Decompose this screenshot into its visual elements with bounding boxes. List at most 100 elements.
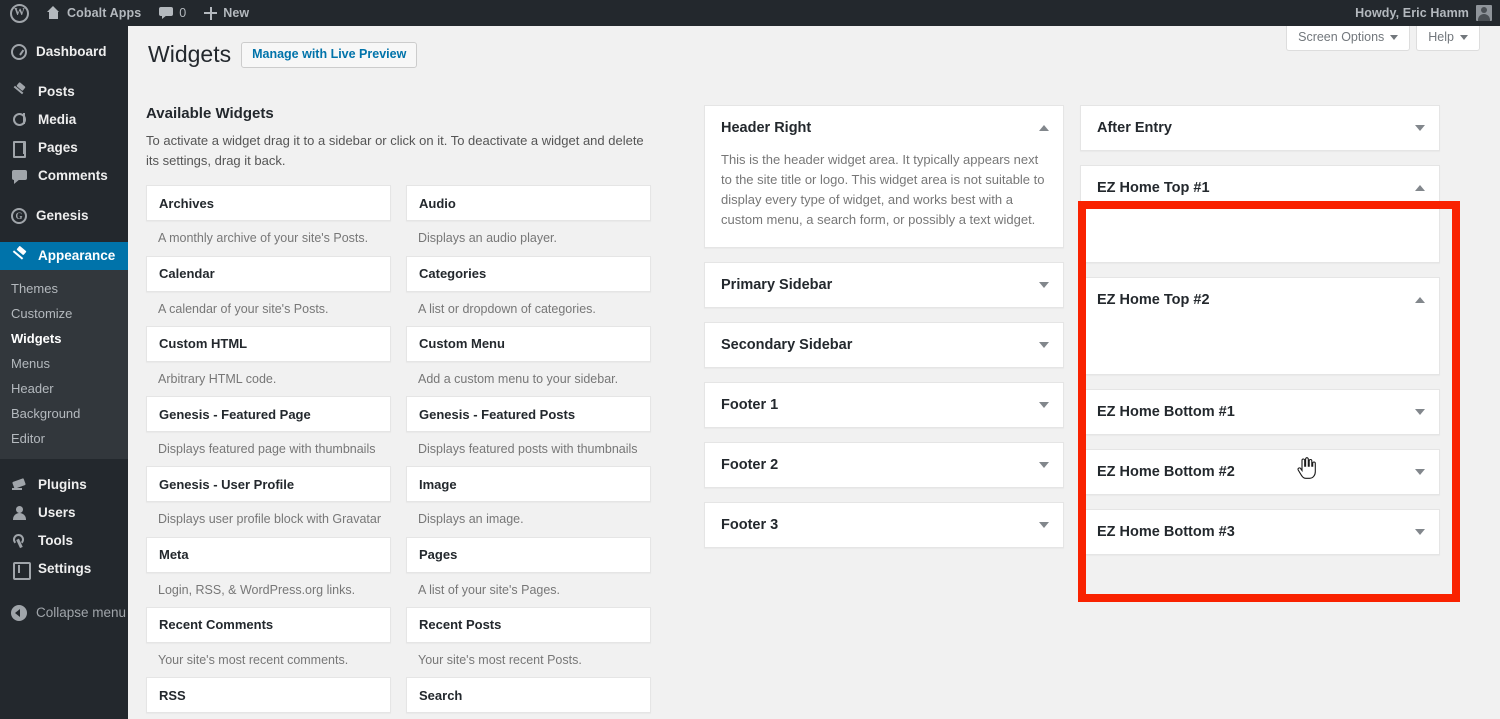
- widget-title: Audio: [419, 196, 456, 211]
- help-button[interactable]: Help: [1416, 26, 1480, 51]
- available-widgets-heading: Available Widgets: [146, 105, 676, 122]
- submenu-item-customize[interactable]: Customize: [0, 301, 128, 326]
- screen-options-button[interactable]: Screen Options: [1286, 26, 1410, 51]
- widget-area-header[interactable]: EZ Home Bottom #1: [1081, 390, 1439, 434]
- chevron-up-icon[interactable]: [1039, 125, 1049, 131]
- chevron-down-icon[interactable]: [1415, 409, 1425, 415]
- widget-area-header[interactable]: EZ Home Bottom #2: [1081, 450, 1439, 494]
- sidebar-item-users[interactable]: Users: [0, 499, 128, 527]
- widget-area-name: EZ Home Bottom #2: [1097, 464, 1235, 480]
- chevron-down-icon[interactable]: [1415, 469, 1425, 475]
- submenu-item-themes[interactable]: Themes: [0, 276, 128, 301]
- widget-area-header[interactable]: Primary Sidebar: [705, 263, 1063, 307]
- widget-area-header[interactable]: Header Right: [705, 106, 1063, 150]
- widget-draggable-calendar[interactable]: Calendar: [146, 256, 391, 292]
- chevron-up-icon[interactable]: [1415, 297, 1425, 303]
- my-account-menu[interactable]: Howdy, Eric Hamm: [1355, 5, 1500, 21]
- widget-area-header[interactable]: EZ Home Bottom #3: [1081, 510, 1439, 554]
- widget-draggable-genesis-featured-page[interactable]: Genesis - Featured Page: [146, 396, 391, 432]
- empty-drop-area[interactable]: [1097, 210, 1423, 262]
- widget-draggable-meta[interactable]: Meta: [146, 537, 391, 573]
- sidebar-item-comments[interactable]: Comments: [0, 162, 128, 190]
- widget-title: Archives: [159, 196, 214, 211]
- chevron-down-icon[interactable]: [1039, 522, 1049, 528]
- site-name-label: Cobalt Apps: [67, 6, 141, 20]
- manage-with-live-preview-button[interactable]: Manage with Live Preview: [241, 42, 417, 69]
- widget-area-header[interactable]: Footer 1: [705, 383, 1063, 427]
- chevron-down-icon[interactable]: [1039, 402, 1049, 408]
- chevron-down-icon[interactable]: [1415, 529, 1425, 535]
- submenu-item-header[interactable]: Header: [0, 376, 128, 401]
- chevron-down-icon[interactable]: [1039, 462, 1049, 468]
- submenu-item-widgets[interactable]: Widgets: [0, 326, 128, 351]
- available-widget-cell: CalendarA calendar of your site's Posts.: [146, 256, 391, 326]
- widget-area-name: EZ Home Top #1: [1097, 180, 1210, 196]
- collapse-menu-button[interactable]: Collapse menu: [0, 599, 128, 627]
- new-label: New: [223, 6, 249, 20]
- widget-area-header[interactable]: After Entry: [1081, 106, 1439, 150]
- widget-description: A search form for your site.: [406, 713, 651, 719]
- new-content-menu[interactable]: New: [195, 0, 258, 26]
- widget-draggable-genesis-user-profile[interactable]: Genesis - User Profile: [146, 466, 391, 502]
- widget-area-header[interactable]: EZ Home Top #1: [1081, 166, 1439, 210]
- menu-separator-4: [0, 459, 128, 471]
- widget-description: Displays featured posts with thumbnails: [406, 432, 651, 466]
- sidebar-item-settings[interactable]: Settings: [0, 555, 128, 583]
- widget-draggable-categories[interactable]: Categories: [406, 256, 651, 292]
- comments-bubble[interactable]: 0: [150, 0, 195, 26]
- widget-draggable-recent-posts[interactable]: Recent Posts: [406, 607, 651, 643]
- widget-draggable-audio[interactable]: Audio: [406, 185, 651, 221]
- sidebar-item-label: Users: [38, 506, 76, 520]
- sidebar-item-posts[interactable]: Posts: [0, 78, 128, 106]
- widget-draggable-rss[interactable]: RSS: [146, 677, 391, 713]
- submenu-item-background[interactable]: Background: [0, 401, 128, 426]
- submenu-item-menus[interactable]: Menus: [0, 351, 128, 376]
- widget-description: Displays featured page with thumbnails: [146, 432, 391, 466]
- chevron-down-icon: [1460, 35, 1468, 40]
- appearance-submenu: Themes Customize Widgets Menus Header Ba…: [0, 270, 128, 459]
- sidebar-item-label: Appearance: [38, 249, 115, 263]
- widget-title: Custom HTML: [159, 336, 247, 351]
- widget-draggable-custom-html[interactable]: Custom HTML: [146, 326, 391, 362]
- widget-description: A list or dropdown of categories.: [406, 292, 651, 326]
- chevron-down-icon[interactable]: [1039, 342, 1049, 348]
- widget-draggable-image[interactable]: Image: [406, 466, 651, 502]
- widget-area-after-entry: After Entry: [1080, 105, 1440, 151]
- sidebar-item-genesis[interactable]: Genesis: [0, 202, 128, 230]
- empty-drop-area[interactable]: [1097, 322, 1423, 374]
- comments-count: 0: [179, 6, 186, 20]
- widget-description: Arbitrary HTML code.: [146, 362, 391, 396]
- widget-area-name: Primary Sidebar: [721, 277, 832, 293]
- available-widgets-panel: Available Widgets To activate a widget d…: [146, 105, 676, 719]
- widget-area-description: This is the header widget area. It typic…: [705, 150, 1063, 247]
- widget-draggable-pages[interactable]: Pages: [406, 537, 651, 573]
- widget-draggable-recent-comments[interactable]: Recent Comments: [146, 607, 391, 643]
- widget-area-header[interactable]: Footer 3: [705, 503, 1063, 547]
- sidebar-item-tools[interactable]: Tools: [0, 527, 128, 555]
- submenu-item-editor[interactable]: Editor: [0, 426, 128, 451]
- sidebar-item-pages[interactable]: Pages: [0, 134, 128, 162]
- widget-area-header[interactable]: EZ Home Top #2: [1081, 278, 1439, 322]
- widget-area-footer-2: Footer 2: [704, 442, 1064, 488]
- sidebar-item-appearance[interactable]: Appearance: [0, 242, 128, 270]
- chevron-up-icon[interactable]: [1415, 185, 1425, 191]
- widget-draggable-archives[interactable]: Archives: [146, 185, 391, 221]
- sidebar-item-media[interactable]: Media: [0, 106, 128, 134]
- wordpress-logo-menu[interactable]: [0, 0, 37, 26]
- widget-draggable-custom-menu[interactable]: Custom Menu: [406, 326, 651, 362]
- widget-draggable-genesis-featured-posts[interactable]: Genesis - Featured Posts: [406, 396, 651, 432]
- widget-draggable-search[interactable]: Search: [406, 677, 651, 713]
- widget-area-name: EZ Home Bottom #1: [1097, 404, 1235, 420]
- chevron-down-icon[interactable]: [1039, 282, 1049, 288]
- screen-options-label: Screen Options: [1298, 31, 1384, 44]
- site-name-menu[interactable]: Cobalt Apps: [37, 0, 150, 26]
- widget-area-header[interactable]: Secondary Sidebar: [705, 323, 1063, 367]
- sidebar-item-dashboard[interactable]: Dashboard: [0, 38, 128, 66]
- chevron-down-icon: [1390, 35, 1398, 40]
- sidebar-item-plugins[interactable]: Plugins: [0, 471, 128, 499]
- available-widget-cell: RSSEntries from any RSS or Atom feed.: [146, 677, 391, 719]
- widget-area-footer-1: Footer 1: [704, 382, 1064, 428]
- chevron-down-icon[interactable]: [1415, 125, 1425, 131]
- menu-separator-3: [0, 230, 128, 242]
- widget-area-header[interactable]: Footer 2: [705, 443, 1063, 487]
